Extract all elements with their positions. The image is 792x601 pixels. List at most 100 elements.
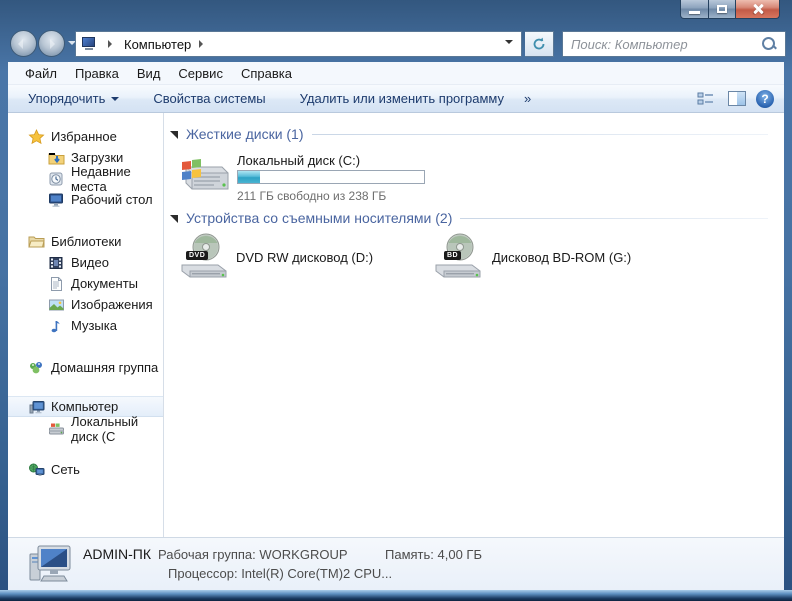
hard-disk-icon [48,421,65,437]
menu-file[interactable]: Файл [16,64,66,83]
favorites-star-icon [28,128,45,145]
breadcrumb-computer[interactable]: Компьютер [122,34,193,55]
organize-button[interactable]: Упорядочить [18,87,129,110]
file-list-pane: Жесткие диски (1) Локальный диск (C:) 21… [164,113,784,537]
sidebar-item-network[interactable]: Сеть [8,459,163,480]
system-properties-button[interactable]: Свойства системы [143,87,275,110]
breadcrumb-arrow-icon[interactable] [108,40,116,48]
sidebar-item-label: Видео [71,255,109,270]
refresh-button[interactable] [525,31,554,57]
sidebar-item-documents[interactable]: Документы [8,273,163,294]
minimize-icon [689,10,700,14]
change-view-button[interactable] [697,91,718,107]
back-icon [18,39,23,49]
search-input[interactable] [563,36,761,52]
menu-edit[interactable]: Правка [66,64,128,83]
dvd-badge: DVD [186,251,209,260]
sidebar-item-label: Избранное [51,129,117,144]
help-button[interactable]: ? [756,89,774,108]
hard-disk-drive-icon[interactable] [176,155,231,197]
sidebar-item-label: Изображения [71,297,153,312]
toolbar-overflow-button[interactable]: » [514,87,541,110]
sidebar-item-local-disk-c[interactable]: Локальный диск (C [8,414,163,444]
memory-value: 4,00 ГБ [437,547,482,562]
sidebar-item-desktop[interactable]: Рабочий стол [8,189,163,210]
drive-name[interactable]: DVD RW дисковод (D:) [236,250,373,265]
search-box[interactable] [562,31,786,57]
explorer-window: Компьютер Файл Правка Вид Сервис Справка… [0,0,792,601]
command-toolbar: Упорядочить Свойства системы Удалить или… [8,85,784,113]
network-icon [28,462,45,478]
minimize-button[interactable] [680,0,709,19]
sidebar-item-favorites[interactable]: Избранное [8,126,163,147]
views-icon [697,92,713,104]
section-divider [311,133,768,135]
drive-name[interactable]: Локальный диск (C:) [237,153,360,168]
breadcrumb-arrow-icon[interactable] [199,40,207,48]
workgroup-label: Рабочая группа: [158,547,256,562]
navigation-pane: Избранное Загрузки Недавние места Рабочи… [8,113,163,537]
processor-label: Процессор: [168,566,238,581]
collapse-triangle-icon[interactable] [170,215,178,223]
forward-icon [50,39,55,49]
collapse-triangle-icon[interactable] [170,131,178,139]
document-icon [48,276,65,292]
address-bar[interactable]: Компьютер [75,31,522,57]
homegroup-icon [28,360,45,376]
picture-icon [48,297,65,313]
address-dropdown-icon[interactable] [505,40,513,48]
window-controls [680,0,780,19]
section-title: Устройства со съемными носителями (2) [186,210,453,226]
back-button[interactable] [10,30,37,57]
uninstall-program-button[interactable]: Удалить или изменить программу [290,87,514,110]
sidebar-item-recent-places[interactable]: Недавние места [8,164,163,194]
sidebar-item-label: Домашняя группа [51,360,159,375]
menu-view[interactable]: Вид [128,64,170,83]
computer-icon [28,399,45,415]
menu-help[interactable]: Справка [232,64,301,83]
sidebar-item-label: Библиотеки [51,234,122,249]
workgroup-row: Рабочая группа: WORKGROUP [158,547,348,562]
preview-pane-button[interactable] [728,91,746,106]
toolbar-right-group: ? [697,89,774,108]
sidebar-item-libraries[interactable]: Библиотеки [8,231,163,252]
workgroup-value: WORKGROUP [259,547,348,562]
sidebar-item-label: Документы [71,276,139,291]
sidebar-item-homegroup[interactable]: Домашняя группа [8,357,163,378]
chevron-down-icon [111,96,120,105]
dvd-drive-icon[interactable]: DVD [178,231,230,283]
sidebar-item-music[interactable]: Музыка [8,315,163,336]
menu-tools[interactable]: Сервис [169,64,232,83]
close-button[interactable] [736,0,780,19]
search-icon[interactable] [761,36,777,52]
maximize-icon [717,5,727,13]
section-title: Жесткие диски (1) [186,126,304,142]
drive-name[interactable]: Дисковод BD-ROM (G:) [492,250,631,265]
processor-row: Процессор: Intel(R) Core(TM)2 CPU... [168,566,392,581]
disk-free-space: 211 ГБ свободно из 238 ГБ [237,189,387,203]
organize-label: Упорядочить [28,91,106,106]
downloads-folder-icon [48,150,65,166]
computer-icon [82,37,98,51]
sidebar-item-label: Компьютер [51,399,119,414]
memory-label: Память: [385,547,434,562]
music-note-icon [48,318,65,334]
forward-button[interactable] [38,30,65,57]
maximize-button[interactable] [709,0,736,19]
disk-usage-fill [238,171,261,183]
bd-drive-icon[interactable]: BD [432,231,484,283]
sidebar-item-videos[interactable]: Видео [8,252,163,273]
details-pane: ADMIN-ПК Рабочая группа: WORKGROUP Памят… [8,537,784,590]
computer-icon [28,544,74,586]
sidebar-item-label: Музыка [71,318,117,333]
sidebar-item-label: Рабочий стол [71,192,153,207]
memory-row: Память: 4,00 ГБ [385,547,482,562]
navigation-bar: Компьютер [8,28,786,62]
section-hard-disks[interactable]: Жесткие диски (1) [170,126,768,142]
processor-value: Intel(R) Core(TM)2 CPU... [241,566,393,581]
sidebar-item-pictures[interactable]: Изображения [8,294,163,315]
section-removable-devices[interactable]: Устройства со съемными носителями (2) [170,210,768,226]
desktop-icon [48,192,65,208]
computer-name: ADMIN-ПК [83,546,151,562]
disk-usage-bar [237,170,425,184]
